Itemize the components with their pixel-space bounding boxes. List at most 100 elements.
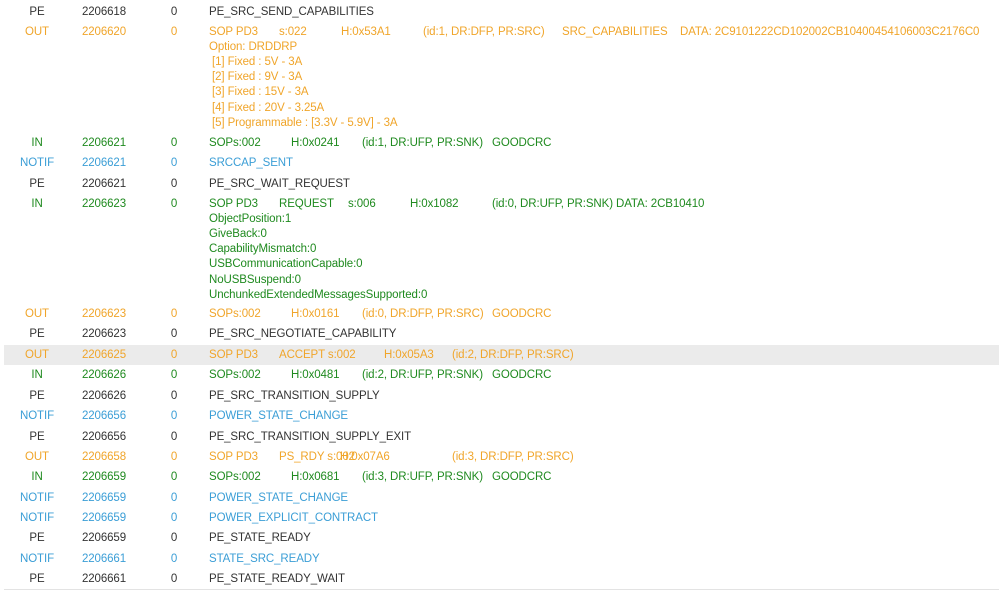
message-part: SOPs:002 <box>209 308 261 320</box>
port-cell: 0 <box>170 553 178 565</box>
event-type-cell: NOTIF <box>20 553 54 565</box>
log-row[interactable]: OUT 2206623 0 SOPs:002 H:0x0161 (id:0, DR:DFP… <box>4 304 999 324</box>
timestamp-cell: 2206625 <box>81 349 127 361</box>
port-cell: 0 <box>170 471 178 483</box>
event-type-cell: NOTIF <box>20 492 54 504</box>
event-type-cell: IN <box>31 137 43 149</box>
log-row[interactable]: NOTIF 2206659 0 POWER_STATE_CHANGE <box>4 488 999 508</box>
message-part: GOODCRC <box>492 137 552 149</box>
timestamp-cell: 2206659 <box>81 492 127 504</box>
message-part: SRC_CAPABILITIES <box>562 26 668 38</box>
timestamp-cell: 2206661 <box>81 573 127 585</box>
event-type-cell: OUT <box>25 26 49 38</box>
message-detail-line: USBCommunicationCapable:0 <box>209 258 363 271</box>
port-cell: 0 <box>170 512 178 524</box>
log-row[interactable]: PE 2206661 0 PE_STATE_READY_WAIT <box>4 569 999 589</box>
port-cell: 0 <box>170 157 178 169</box>
log-row[interactable]: IN 2206626 0 SOPs:002 H:0x0481 (id:2, DR:UFP,… <box>4 365 999 385</box>
log-row-selected[interactable]: OUT 2206625 0 SOP PD3 ACCEPT s:002 H:0x05A3 (i… <box>4 345 999 365</box>
event-type-cell: PE <box>29 431 45 443</box>
event-type-cell: PE <box>29 328 45 340</box>
message-part: PE_SRC_TRANSITION_SUPPLY <box>209 390 380 402</box>
message-part: GOODCRC <box>492 471 552 483</box>
log-row[interactable]: PE 2206623 0 PE_SRC_NEGOTIATE_CAPABILITY <box>4 324 999 344</box>
message-part: ACCEPT s:002 <box>279 349 356 361</box>
port-cell: 0 <box>170 308 178 320</box>
message-part: (id:2, DR:UFP, PR:SNK) <box>362 369 483 381</box>
timestamp-cell: 2206626 <box>81 369 127 381</box>
port-cell: 0 <box>170 492 178 504</box>
message-part: H:0x53A1 <box>341 26 391 38</box>
port-cell: 0 <box>170 451 178 463</box>
event-type-cell: PE <box>29 532 45 544</box>
timestamp-cell: 2206621 <box>81 137 127 149</box>
timestamp-cell: 2206623 <box>81 198 127 210</box>
log-row[interactable]: IN 2206659 0 SOPs:002 H:0x0681 (id:3, DR:UFP,… <box>4 467 999 487</box>
log-row[interactable]: NOTIF 2206659 0 POWER_EXPLICIT_CONTRACT <box>4 508 999 528</box>
timestamp-cell: 2206658 <box>81 451 127 463</box>
port-cell: 0 <box>170 328 178 340</box>
event-type-cell: OUT <box>25 349 49 361</box>
message-detail-line: [5] Programmable : [3.3V - 5.9V] - 3A <box>212 117 398 129</box>
port-cell: 0 <box>170 137 178 149</box>
message-part: POWER_STATE_CHANGE <box>209 492 348 504</box>
message-part: PE_SRC_SEND_CAPABILITIES <box>209 6 374 18</box>
event-type-cell: NOTIF <box>20 410 54 422</box>
event-type-cell: NOTIF <box>20 157 54 169</box>
message-part: (id:0, DR:UFP, PR:SNK) DATA: 2CB10410 <box>492 198 705 210</box>
message-part: GOODCRC <box>492 308 552 320</box>
event-type-cell: NOTIF <box>20 512 54 524</box>
port-cell: 0 <box>170 410 178 422</box>
timestamp-cell: 2206656 <box>81 410 127 422</box>
log-row[interactable]: PE 2206618 0 PE_SRC_SEND_CAPABILITIES <box>4 2 999 22</box>
log-row[interactable]: NOTIF 2206621 0 SRCCAP_SENT <box>4 153 999 173</box>
message-part: H:0x1082 <box>410 198 459 210</box>
message-part: s:006 <box>348 198 376 210</box>
log-row[interactable]: NOTIF 2206661 0 STATE_SRC_READY <box>4 549 999 569</box>
message-part: H:0x0681 <box>291 471 340 483</box>
message-detail-line: [3] Fixed : 15V - 3A <box>212 86 309 99</box>
message-part: PE_SRC_NEGOTIATE_CAPABILITY <box>209 328 397 340</box>
log-row[interactable]: IN 2206623 0 SOP PD3 REQUEST s:006 H:0x1082 (id… <box>4 194 999 302</box>
message-part: DATA: 2C9101222CD102002CB10400454106003C… <box>680 26 980 38</box>
timestamp-cell: 2206659 <box>81 471 127 483</box>
event-type-cell: PE <box>29 390 45 402</box>
event-type-cell: IN <box>31 198 43 210</box>
log-row[interactable]: PE 2206656 0 PE_SRC_TRANSITION_SUPPLY_EXIT <box>4 427 999 447</box>
message-part: H:0x07A6 <box>340 451 390 463</box>
message-part: POWER_STATE_CHANGE <box>209 410 348 422</box>
message-part: H:0x0161 <box>291 308 340 320</box>
port-cell: 0 <box>170 390 178 402</box>
message-detail-line: ObjectPosition:1 <box>209 212 292 225</box>
port-cell: 0 <box>170 349 178 361</box>
message-part: SOP PD3 <box>209 451 258 463</box>
log-row[interactable]: OUT 2206658 0 SOP PD3 PS_RDY s:002 H:0x07A6 (i… <box>4 447 999 467</box>
message-part: STATE_SRC_READY <box>209 553 320 565</box>
log-row[interactable]: NOTIF 2206656 0 POWER_STATE_CHANGE <box>4 406 999 426</box>
timestamp-cell: 2206661 <box>81 553 127 565</box>
message-part: (id:0, DR:DFP, PR:SRC) <box>362 308 484 320</box>
log-row[interactable]: IN 2206621 0 SOPs:002 H:0x0241 (id:1, DR:UFP,… <box>4 133 999 153</box>
timestamp-cell: 2206620 <box>81 26 127 38</box>
message-part: PE_STATE_READY <box>209 532 311 544</box>
message-part: (id:3, DR:UFP, PR:SNK) <box>362 471 483 483</box>
log-row[interactable]: PE 2206626 0 PE_SRC_TRANSITION_SUPPLY <box>4 386 999 406</box>
timestamp-cell: 2206659 <box>81 532 127 544</box>
message-part: SRCCAP_SENT <box>209 157 293 169</box>
event-type-cell: PE <box>29 573 45 585</box>
message-part: PE_SRC_WAIT_REQUEST <box>209 178 350 190</box>
message-part: PE_SRC_TRANSITION_SUPPLY_EXIT <box>209 431 412 443</box>
timestamp-cell: 2206618 <box>81 6 127 18</box>
port-cell: 0 <box>170 369 178 381</box>
message-part: (id:3, DR:DFP, PR:SRC) <box>452 451 574 463</box>
message-part: H:0x0481 <box>291 369 340 381</box>
log-row[interactable]: PE 2206621 0 PE_SRC_WAIT_REQUEST <box>4 174 999 194</box>
message-part: SOPs:002 <box>209 369 261 381</box>
message-part: (id:1, DR:DFP, PR:SRC) <box>423 26 545 38</box>
log-row[interactable]: OUT 2206620 0 SOP PD3 s:022 H:0x53A1 (id:1, DR… <box>4 22 999 130</box>
port-cell: 0 <box>170 6 178 18</box>
event-type-cell: PE <box>29 178 45 190</box>
log-row[interactable]: PE 2206659 0 PE_STATE_READY <box>4 528 999 548</box>
message-detail-line: CapabilityMismatch:0 <box>209 243 317 256</box>
pd-trace-log: PE 2206618 0 PE_SRC_SEND_CAPABILITIES OUT 220… <box>0 0 999 592</box>
